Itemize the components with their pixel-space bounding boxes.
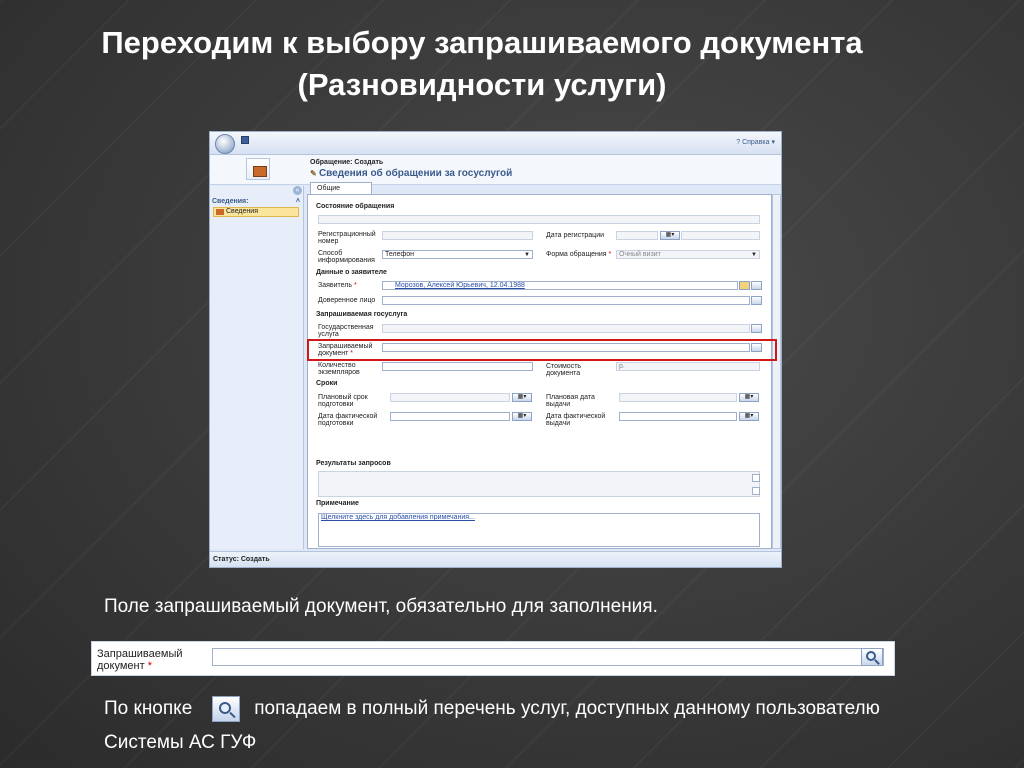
results-subgrid: [318, 471, 760, 497]
label-reg-date: Дата регистрации: [546, 232, 605, 239]
nav-header: Сведения: ˄: [212, 198, 300, 205]
section-note: Примечание: [316, 500, 359, 507]
applicant-link[interactable]: Морозов, Алексей Юрьевич, 12.04.1988: [395, 282, 525, 290]
slide-title-line2: (Разновидности услуги): [297, 67, 667, 102]
label-applicant: Заявитель *: [318, 282, 357, 289]
label-planned-prep: Плановый срок подготовки: [318, 394, 368, 408]
strip-requested-doc-field[interactable]: [212, 648, 884, 666]
notify-method-value: Телефон: [385, 251, 415, 258]
nav-item-info[interactable]: Сведения: [213, 207, 299, 217]
calendar-icon[interactable]: ▦▾: [512, 412, 532, 421]
entity-icon: [246, 158, 270, 180]
dropdown-arrow-icon: ▼: [524, 252, 530, 258]
dropdown-arrow-icon: ▼: [751, 252, 757, 258]
strip-label: Запрашиваемый документ *: [97, 648, 183, 672]
section-applicant: Данные о заявителе: [316, 269, 387, 276]
planned-prep-field[interactable]: [390, 393, 510, 402]
request-form-select[interactable]: Очный визит ▼: [616, 250, 760, 259]
label-copies: Количество экземпляров: [318, 362, 360, 376]
copies-field[interactable]: [382, 362, 533, 371]
add-note-link[interactable]: Щелкните здесь для добавления примечания…: [321, 514, 475, 522]
status-bar: Статус: Создать: [210, 551, 781, 567]
actual-prep-field[interactable]: [390, 412, 510, 421]
strip-label-line1: Запрашиваемый: [97, 648, 183, 660]
label-notify-method: Способ информирования: [318, 250, 375, 264]
calendar-icon[interactable]: ▦▾: [512, 393, 532, 402]
label-request-form: Форма обращения *: [546, 251, 612, 258]
strip-label-line2: документ: [97, 660, 145, 672]
highlight-frame: [307, 339, 777, 361]
section-status: Состояние обращения: [316, 203, 395, 210]
applicant-lookup[interactable]: Морозов, Алексей Юрьевич, 12.04.1988: [382, 281, 738, 290]
label-gov-service: Государственная услуга: [318, 324, 374, 338]
crm-toolbar: ? Справка ▾: [210, 132, 781, 155]
actual-issue-field[interactable]: [619, 412, 737, 421]
label-reg-number: Регистрационный номер: [318, 231, 376, 245]
caption2-before: По кнопке: [104, 698, 193, 719]
checkbox[interactable]: [752, 487, 760, 495]
help-link[interactable]: ? Справка ▾: [736, 138, 775, 146]
notify-method-select[interactable]: Телефон ▼: [382, 250, 533, 259]
reg-number-field[interactable]: [382, 231, 533, 240]
slide-title: Переходим к выбору запрашиваемого докуме…: [40, 22, 924, 106]
folder-icon[interactable]: [739, 281, 750, 290]
crm-header: Обращение: Создать Сведения об обращении…: [210, 155, 781, 185]
label-request-form-text: Форма обращения: [546, 251, 607, 258]
section-results: Результаты запросов: [316, 460, 391, 467]
calendar-icon[interactable]: ▦▾: [739, 412, 759, 421]
form-scrollbar[interactable]: [772, 194, 781, 549]
doc-cost-suffix: р.: [619, 363, 625, 370]
app-menu-orb-icon[interactable]: [215, 134, 235, 154]
nav-header-label: Сведения:: [212, 198, 249, 205]
label-doc-cost: Стоимость документа: [546, 363, 582, 377]
checkbox[interactable]: [752, 474, 760, 482]
requested-doc-strip: Запрашиваемый документ *: [91, 641, 895, 676]
chevron-up-icon[interactable]: ˄: [296, 198, 300, 205]
calendar-icon[interactable]: ▦▾: [739, 393, 759, 402]
crm-nav: Сведения: ˄ Сведения: [210, 186, 304, 549]
slide-title-line1: Переходим к выбору запрашиваемого докуме…: [101, 25, 863, 60]
caption-required-field: Поле запрашиваемый документ, обязательно…: [104, 596, 658, 617]
planned-issue-field[interactable]: [619, 393, 737, 402]
lookup-icon[interactable]: [751, 296, 762, 305]
collapse-nav-icon[interactable]: «: [293, 186, 302, 195]
label-trustee: Доверенное лицо: [318, 297, 376, 304]
tab-general[interactable]: Общие сведения: [310, 182, 372, 203]
save-icon[interactable]: [241, 136, 249, 144]
lookup-icon[interactable]: [751, 324, 762, 333]
doc-cost-field: р.: [616, 362, 760, 371]
label-planned-issue: Плановая дата выдачи: [546, 394, 595, 408]
help-label: Справка: [742, 139, 770, 146]
reg-date-field[interactable]: [616, 231, 658, 240]
status-field: [318, 215, 760, 224]
gov-service-lookup[interactable]: [382, 324, 750, 333]
lookup-icon[interactable]: [751, 281, 762, 290]
lookup-icon[interactable]: [861, 648, 883, 666]
request-form-value: Очный визит: [619, 251, 661, 258]
label-applicant-text: Заявитель: [318, 282, 353, 289]
section-deadlines: Сроки: [316, 380, 338, 387]
label-actual-issue: Дата фактической выдачи: [546, 413, 606, 427]
reg-time-field[interactable]: [681, 231, 760, 240]
crm-form: Состояние обращения Регистрационный номе…: [307, 194, 772, 549]
caption-lookup-explanation: По кнопке попадаем в полный перечень усл…: [104, 692, 924, 760]
header-title: Сведения об обращении за госуслугой: [310, 168, 512, 179]
calendar-icon[interactable]: ▦▾: [660, 231, 680, 240]
label-actual-prep: Дата фактической подготовки: [318, 413, 378, 427]
trustee-lookup[interactable]: [382, 296, 750, 305]
section-service: Запрашиваемая госуслуга: [316, 311, 408, 318]
header-subtitle: Обращение: Создать: [310, 159, 384, 166]
note-area[interactable]: Щелкните здесь для добавления примечания…: [318, 513, 760, 547]
lookup-button-illustration: [212, 695, 241, 722]
